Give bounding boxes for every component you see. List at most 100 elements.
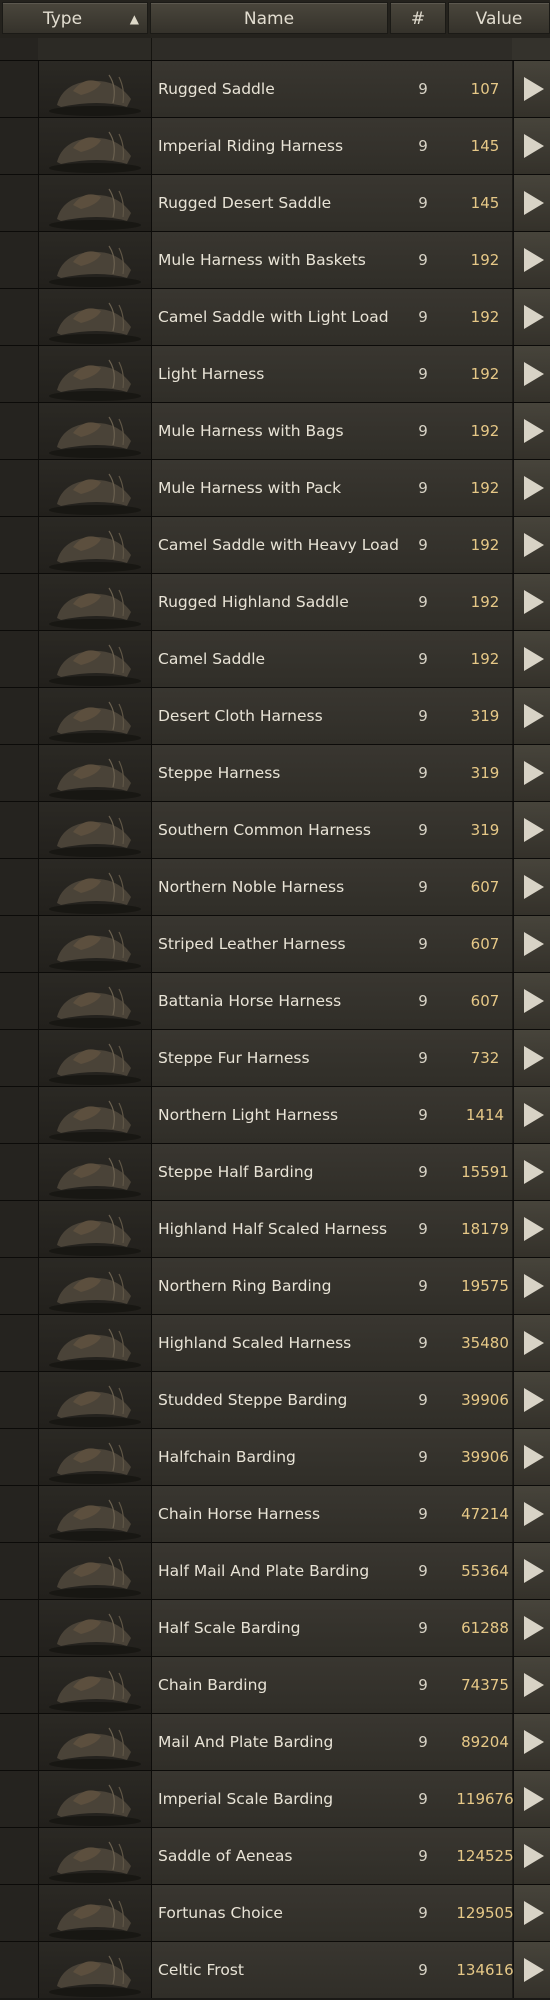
item-row[interactable]: Northern Noble Harness 9 607 bbox=[0, 858, 550, 915]
item-row[interactable]: Imperial Riding Harness 9 145 bbox=[0, 117, 550, 174]
type-column-header[interactable]: Type ▲ bbox=[2, 2, 148, 34]
item-row[interactable]: Steppe Harness 9 319 bbox=[0, 744, 550, 801]
transfer-button[interactable] bbox=[513, 973, 550, 1029]
item-row[interactable]: Battania Horse Harness 9 607 bbox=[0, 972, 550, 1029]
transfer-button[interactable] bbox=[513, 232, 550, 288]
transfer-button[interactable] bbox=[513, 1714, 550, 1770]
transfer-button[interactable] bbox=[513, 631, 550, 687]
value-column-header[interactable]: Value bbox=[448, 2, 550, 34]
transfer-button[interactable] bbox=[513, 688, 550, 744]
transfer-button[interactable] bbox=[513, 1600, 550, 1656]
transfer-button[interactable] bbox=[513, 1657, 550, 1713]
transfer-button[interactable] bbox=[513, 1144, 550, 1200]
item-row[interactable]: Highland Scaled Harness 9 35480 bbox=[0, 1314, 550, 1371]
row-slot bbox=[0, 460, 39, 516]
transfer-button[interactable] bbox=[513, 517, 550, 573]
transfer-button[interactable] bbox=[513, 1771, 550, 1827]
item-name: Northern Ring Barding bbox=[158, 1277, 332, 1295]
transfer-button[interactable] bbox=[513, 1429, 550, 1485]
item-count: 9 bbox=[418, 935, 428, 953]
transfer-button[interactable] bbox=[513, 175, 550, 231]
item-value: 15591 bbox=[461, 1163, 509, 1181]
item-row[interactable]: Light Harness 9 192 bbox=[0, 345, 550, 402]
item-row[interactable]: Northern Ring Barding 9 19575 bbox=[0, 1257, 550, 1314]
item-row[interactable]: Chain Horse Harness 9 47214 bbox=[0, 1485, 550, 1542]
transfer-button[interactable] bbox=[513, 1201, 550, 1257]
transfer-button[interactable] bbox=[513, 802, 550, 858]
item-row[interactable]: Halfchain Barding 9 39906 bbox=[0, 1428, 550, 1485]
item-row[interactable]: Camel Saddle with Heavy Load 9 192 bbox=[0, 516, 550, 573]
transfer-button[interactable] bbox=[513, 916, 550, 972]
item-row[interactable]: Northern Light Harness 9 1414 bbox=[0, 1086, 550, 1143]
item-row[interactable]: Fortunas Choice 9 129505 bbox=[0, 1884, 550, 1941]
row-slot bbox=[0, 118, 39, 174]
count-column-header[interactable]: # bbox=[390, 2, 446, 34]
item-row[interactable]: Camel Saddle 9 192 bbox=[0, 630, 550, 687]
transfer-button[interactable] bbox=[513, 118, 550, 174]
transfer-button[interactable] bbox=[513, 1885, 550, 1941]
arrow-right-icon bbox=[524, 1217, 544, 1241]
transfer-button[interactable] bbox=[513, 1030, 550, 1086]
transfer-button[interactable] bbox=[513, 1486, 550, 1542]
item-row[interactable]: Rugged Saddle 9 107 bbox=[0, 60, 550, 117]
item-thumbnail bbox=[39, 574, 152, 630]
row-slot bbox=[0, 1771, 39, 1827]
arrow-right-icon bbox=[524, 1673, 544, 1697]
transfer-button[interactable] bbox=[513, 1543, 550, 1599]
row-slot bbox=[0, 1201, 39, 1257]
item-count: 9 bbox=[418, 1163, 428, 1181]
item-count: 9 bbox=[418, 1277, 428, 1295]
item-name: Mule Harness with Baskets bbox=[158, 251, 366, 269]
transfer-button[interactable] bbox=[513, 745, 550, 801]
transfer-button[interactable] bbox=[513, 403, 550, 459]
item-thumbnail bbox=[39, 745, 152, 801]
table-header: Type ▲ Name # Value bbox=[0, 0, 550, 38]
item-row[interactable]: Mail And Plate Barding 9 89204 bbox=[0, 1713, 550, 1770]
transfer-button[interactable] bbox=[513, 1315, 550, 1371]
transfer-button[interactable] bbox=[513, 1828, 550, 1884]
arrow-right-icon bbox=[524, 305, 544, 329]
item-row[interactable]: Mule Harness with Pack 9 192 bbox=[0, 459, 550, 516]
item-row[interactable]: Desert Cloth Harness 9 319 bbox=[0, 687, 550, 744]
item-row[interactable]: Studded Steppe Barding 9 39906 bbox=[0, 1371, 550, 1428]
item-row[interactable]: Highland Half Scaled Harness 9 18179 bbox=[0, 1200, 550, 1257]
transfer-button[interactable] bbox=[513, 1372, 550, 1428]
saddle-icon bbox=[49, 1100, 141, 1142]
saddle-icon bbox=[49, 1214, 141, 1256]
transfer-button[interactable] bbox=[513, 1258, 550, 1314]
item-row[interactable]: Steppe Fur Harness 9 732 bbox=[0, 1029, 550, 1086]
transfer-button[interactable] bbox=[513, 1942, 550, 1998]
item-value: 134616 bbox=[456, 1961, 514, 1979]
item-row[interactable]: Rugged Highland Saddle 9 192 bbox=[0, 573, 550, 630]
item-row[interactable]: Southern Common Harness 9 319 bbox=[0, 801, 550, 858]
item-row[interactable]: Striped Leather Harness 9 607 bbox=[0, 915, 550, 972]
item-row[interactable]: Mule Harness with Baskets 9 192 bbox=[0, 231, 550, 288]
item-row[interactable]: Chain Barding 9 74375 bbox=[0, 1656, 550, 1713]
arrow-right-icon bbox=[524, 1445, 544, 1469]
item-row[interactable]: Imperial Scale Barding 9 119676 bbox=[0, 1770, 550, 1827]
item-count: 9 bbox=[418, 1448, 428, 1466]
item-row[interactable]: Steppe Half Barding 9 15591 bbox=[0, 1143, 550, 1200]
transfer-button[interactable] bbox=[513, 289, 550, 345]
partial-row-button bbox=[512, 38, 550, 60]
arrow-right-icon bbox=[524, 1160, 544, 1184]
transfer-button[interactable] bbox=[513, 61, 550, 117]
item-thumbnail bbox=[39, 1600, 152, 1656]
transfer-button[interactable] bbox=[513, 460, 550, 516]
item-row[interactable]: Celtic Frost 9 134616 bbox=[0, 1941, 550, 1998]
item-row[interactable]: Camel Saddle with Light Load 9 192 bbox=[0, 288, 550, 345]
transfer-button[interactable] bbox=[513, 574, 550, 630]
transfer-button[interactable] bbox=[513, 859, 550, 915]
item-row[interactable]: Half Mail And Plate Barding 9 55364 bbox=[0, 1542, 550, 1599]
transfer-button[interactable] bbox=[513, 1087, 550, 1143]
saddle-icon bbox=[49, 1385, 141, 1427]
item-name: Rugged Highland Saddle bbox=[158, 593, 349, 611]
item-row[interactable]: Mule Harness with Bags 9 192 bbox=[0, 402, 550, 459]
saddle-icon bbox=[49, 1670, 141, 1712]
item-row[interactable]: Saddle of Aeneas 9 124525 bbox=[0, 1827, 550, 1884]
name-column-header[interactable]: Name bbox=[150, 2, 388, 34]
transfer-button[interactable] bbox=[513, 346, 550, 402]
item-row[interactable]: Rugged Desert Saddle 9 145 bbox=[0, 174, 550, 231]
item-row[interactable]: Half Scale Barding 9 61288 bbox=[0, 1599, 550, 1656]
saddle-icon bbox=[49, 74, 141, 116]
